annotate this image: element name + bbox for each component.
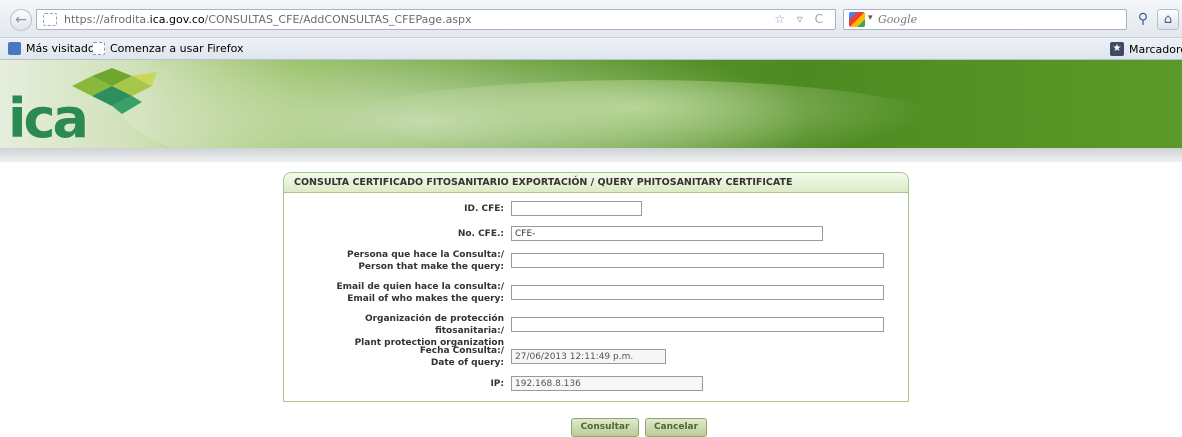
email-input[interactable]: [511, 285, 884, 300]
id-cfe-input[interactable]: [511, 201, 642, 216]
bookmarks-star-icon: ★: [1110, 42, 1124, 56]
chevron-down-icon[interactable]: ▾: [868, 13, 873, 23]
search-icon[interactable]: ⚲: [1133, 9, 1153, 30]
url-text[interactable]: https://afrodita.ica.gov.co/CONSULTAS_CF…: [64, 13, 472, 26]
home-icon[interactable]: ⌂: [1157, 9, 1179, 30]
date-label: Fecha Consulta:/Date of query:: [419, 346, 504, 368]
bookmark-star-icon[interactable]: ☆ ▿ C: [774, 12, 827, 26]
page-icon: [43, 13, 57, 26]
bookmark-most-visited[interactable]: Más visitados: [8, 42, 100, 55]
bookmarks-toolbar: Más visitados Comenzar a usar Firefox ★ …: [0, 38, 1182, 60]
ip-label: IP:: [490, 379, 504, 389]
form-title: CONSULTA CERTIFICADO FITOSANITARIO EXPOR…: [284, 173, 908, 193]
email-label: Email de quien hace la consulta:/Email o…: [336, 282, 504, 304]
site-banner: ica: [0, 60, 1182, 148]
person-label: Persona que hace la Consulta:/Person tha…: [346, 250, 504, 272]
back-arrow-icon[interactable]: ←: [10, 9, 32, 31]
organization-input[interactable]: [511, 317, 884, 332]
url-bar[interactable]: https://afrodita.ica.gov.co/CONSULTAS_CF…: [36, 9, 836, 30]
page-icon: [92, 42, 105, 55]
person-input[interactable]: [511, 253, 884, 268]
banner-bottom-strip: [0, 148, 1182, 162]
most-visited-icon: [8, 42, 21, 55]
organization-label: Organización de protección fitosanitaria…: [354, 314, 504, 348]
search-bar[interactable]: ▾ Google: [843, 9, 1127, 30]
bookmark-getting-started[interactable]: Comenzar a usar Firefox: [92, 42, 244, 55]
browser-navbar: ← https://afrodita.ica.gov.co/CONSULTAS_…: [0, 0, 1182, 38]
search-placeholder: Google: [878, 13, 918, 26]
id-cfe-label: ID. CFE:: [464, 204, 504, 214]
no-cfe-input[interactable]: [511, 226, 823, 241]
ica-logo-text: ica: [8, 87, 89, 148]
ip-input[interactable]: [511, 376, 703, 391]
consultar-button[interactable]: Consultar: [571, 418, 639, 437]
date-input[interactable]: [511, 349, 666, 364]
no-cfe-label: No. CFE.:: [457, 229, 504, 239]
bookmarks-menu[interactable]: ★ Marcadores: [1110, 42, 1182, 56]
query-form-panel: CONSULTA CERTIFICADO FITOSANITARIO EXPOR…: [283, 172, 909, 402]
google-logo-icon[interactable]: [849, 12, 865, 27]
cancelar-button[interactable]: Cancelar: [645, 418, 707, 437]
